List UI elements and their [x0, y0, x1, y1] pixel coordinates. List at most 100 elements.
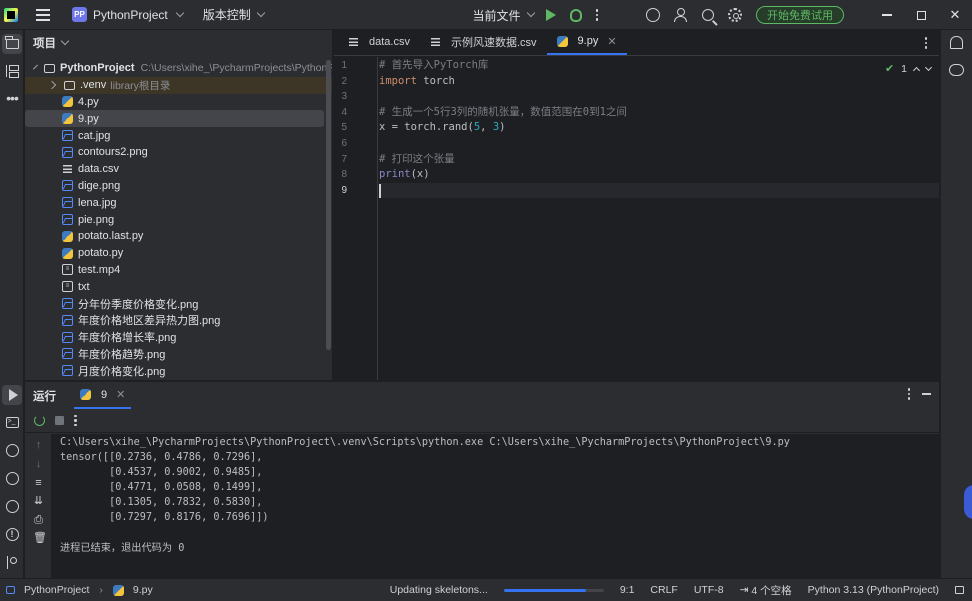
- run-options-icon[interactable]: [907, 388, 910, 400]
- tree-file-item[interactable]: 年度价格地区差异热力图.png: [25, 312, 332, 329]
- code-area[interactable]: # 首先导入PyTorch库 import torch # 生成一个5行3列的随…: [379, 57, 939, 380]
- scroll-to-end-icon[interactable]: ⇊: [33, 496, 44, 507]
- trash-icon[interactable]: 🗑: [33, 533, 47, 544]
- gear-icon[interactable]: [728, 8, 742, 22]
- rerun-icon[interactable]: [34, 415, 45, 426]
- start-trial-button[interactable]: 开始免费试用: [756, 6, 844, 24]
- tree-file-item[interactable]: potato.last.py: [25, 228, 332, 245]
- editor-tab[interactable]: data.csv: [338, 29, 420, 55]
- tree-file-item[interactable]: 年度价格趋势.png: [25, 346, 332, 363]
- ai-chat-icon[interactable]: [949, 64, 964, 76]
- tree-file-name: potato.last.py: [78, 230, 144, 243]
- tree-file-item[interactable]: potato.py: [25, 245, 332, 262]
- tree-file-item[interactable]: pie.png: [25, 211, 332, 228]
- console-line: [0.7297, 0.8176, 0.7696]]): [60, 512, 269, 523]
- tree-file-name: pie.png: [78, 213, 115, 226]
- tab-options-icon[interactable]: [924, 37, 927, 49]
- run-config-selector[interactable]: 当前文件: [472, 7, 535, 24]
- run-tab[interactable]: 9 ✕: [74, 382, 132, 409]
- project-tool-button[interactable]: [2, 34, 22, 54]
- print-icon[interactable]: ⎙: [33, 515, 44, 526]
- more-actions-icon[interactable]: [595, 9, 598, 21]
- tree-file-item[interactable]: ≡ txt: [25, 278, 332, 295]
- tree-venv-folder[interactable]: .venv library根目录: [25, 76, 332, 94]
- chevron-down-icon[interactable]: [924, 63, 933, 71]
- tree-file-item[interactable]: 分年份季度价格变化.png: [25, 295, 332, 312]
- close-icon[interactable]: ✕: [607, 35, 616, 48]
- breadcrumb-file[interactable]: 9.py: [133, 584, 153, 596]
- problems-tool-button[interactable]: !: [2, 524, 22, 544]
- breadcrumb-project[interactable]: PythonProject: [24, 584, 89, 596]
- project-scrollbar[interactable]: [326, 60, 331, 350]
- interpreter-selector[interactable]: Python 3.13 (PythonProject): [808, 584, 939, 596]
- run-panel-title: 运行: [33, 390, 56, 403]
- soft-wrap-icon[interactable]: ≡: [33, 478, 44, 489]
- python-console-tool-button[interactable]: [2, 468, 22, 488]
- floating-assistant-handle[interactable]: [964, 485, 972, 519]
- tree-file-name: contours2.png: [78, 146, 148, 159]
- python-file-icon: [62, 230, 73, 242]
- file-list: 4.py 9.py cat.jpg contours2.png data.csv dige…: [25, 94, 332, 380]
- git-tool-button[interactable]: [2, 552, 22, 572]
- background-task-label[interactable]: Updating skeletons...: [390, 584, 488, 596]
- arrow-down-icon[interactable]: ↓: [33, 459, 44, 470]
- maximize-button[interactable]: [904, 0, 938, 30]
- terminal-icon: >_: [5, 416, 19, 428]
- console-line: tensor([[0.2736, 0.4786, 0.7296],: [60, 452, 263, 463]
- editor-tab[interactable]: 9.py ✕: [546, 29, 627, 55]
- python-packages-tool-button[interactable]: [2, 440, 22, 460]
- background-task-progress: [503, 588, 604, 592]
- tree-file-item[interactable]: lena.jpg: [25, 194, 332, 211]
- close-window-button[interactable]: ✕: [938, 0, 972, 30]
- tree-file-item[interactable]: cat.jpg: [25, 127, 332, 144]
- caret-position[interactable]: 9:1: [620, 584, 635, 596]
- terminal-tool-button[interactable]: >_: [2, 412, 22, 432]
- right-tool-strip: [940, 30, 972, 578]
- editor-tab[interactable]: 示例风速数据.csv: [420, 29, 547, 55]
- run-toolbar-more-icon[interactable]: [74, 414, 77, 427]
- search-icon[interactable]: [702, 9, 714, 21]
- file-encoding[interactable]: UTF-8: [694, 584, 724, 596]
- console-output[interactable]: C:\Users\xihe_\PycharmProjects\PythonPro…: [51, 434, 939, 578]
- lock-icon[interactable]: [955, 586, 964, 594]
- more-icon: •••: [6, 90, 19, 106]
- notifications-icon[interactable]: [950, 36, 963, 49]
- tree-root-folder[interactable]: PythonProject C:\Users\xihe_\PycharmProj…: [25, 60, 332, 77]
- line-separator[interactable]: CRLF: [650, 584, 677, 596]
- text-caret: [379, 183, 381, 198]
- project-switcher[interactable]: PP PythonProject: [66, 4, 189, 25]
- project-panel-header[interactable]: 项目: [25, 30, 332, 56]
- tree-file-item[interactable]: data.csv: [25, 161, 332, 178]
- close-icon[interactable]: ✕: [116, 388, 125, 401]
- vcs-menu[interactable]: 版本控制: [203, 6, 265, 23]
- minimize-button[interactable]: [870, 0, 904, 30]
- tree-file-name: data.csv: [78, 163, 119, 176]
- chevron-down-icon: [256, 8, 265, 17]
- tree-file-item[interactable]: 4.py: [25, 94, 332, 111]
- chevron-up-icon[interactable]: [912, 66, 921, 74]
- tree-file-item[interactable]: 年度价格增长率.png: [25, 329, 332, 346]
- more-tools-button[interactable]: •••: [2, 88, 22, 108]
- debug-icon[interactable]: [569, 8, 582, 22]
- hide-panel-icon[interactable]: [922, 393, 931, 395]
- tree-file-item[interactable]: 月度价格变化.png: [25, 362, 332, 379]
- tree-file-item[interactable]: 9.py: [25, 110, 324, 128]
- line-number: 8: [341, 169, 347, 181]
- main-menu-icon[interactable]: [36, 8, 50, 21]
- structure-tool-button[interactable]: [2, 61, 22, 81]
- services-tool-button[interactable]: [2, 496, 22, 516]
- tree-file-item[interactable]: contours2.png: [25, 144, 332, 161]
- run-tool-button[interactable]: [2, 385, 22, 405]
- run-icon[interactable]: [545, 9, 556, 21]
- stop-icon[interactable]: [55, 416, 64, 425]
- tree-file-item[interactable]: ≡ test.mp4: [25, 262, 332, 279]
- ai-assistant-icon[interactable]: [646, 8, 660, 22]
- tree-file-item[interactable]: dige.png: [25, 178, 332, 195]
- add-user-icon[interactable]: [674, 8, 688, 22]
- arrow-up-icon[interactable]: ↑: [33, 440, 44, 451]
- console-line: C:\Users\xihe_\PycharmProjects\PythonPro…: [60, 437, 790, 448]
- indent-widget[interactable]: ⇥ 4 个空格: [740, 583, 792, 598]
- python-file-icon: [80, 389, 91, 400]
- check-icon: ✔: [884, 63, 895, 75]
- inspection-widget[interactable]: ✔ 1: [884, 62, 933, 75]
